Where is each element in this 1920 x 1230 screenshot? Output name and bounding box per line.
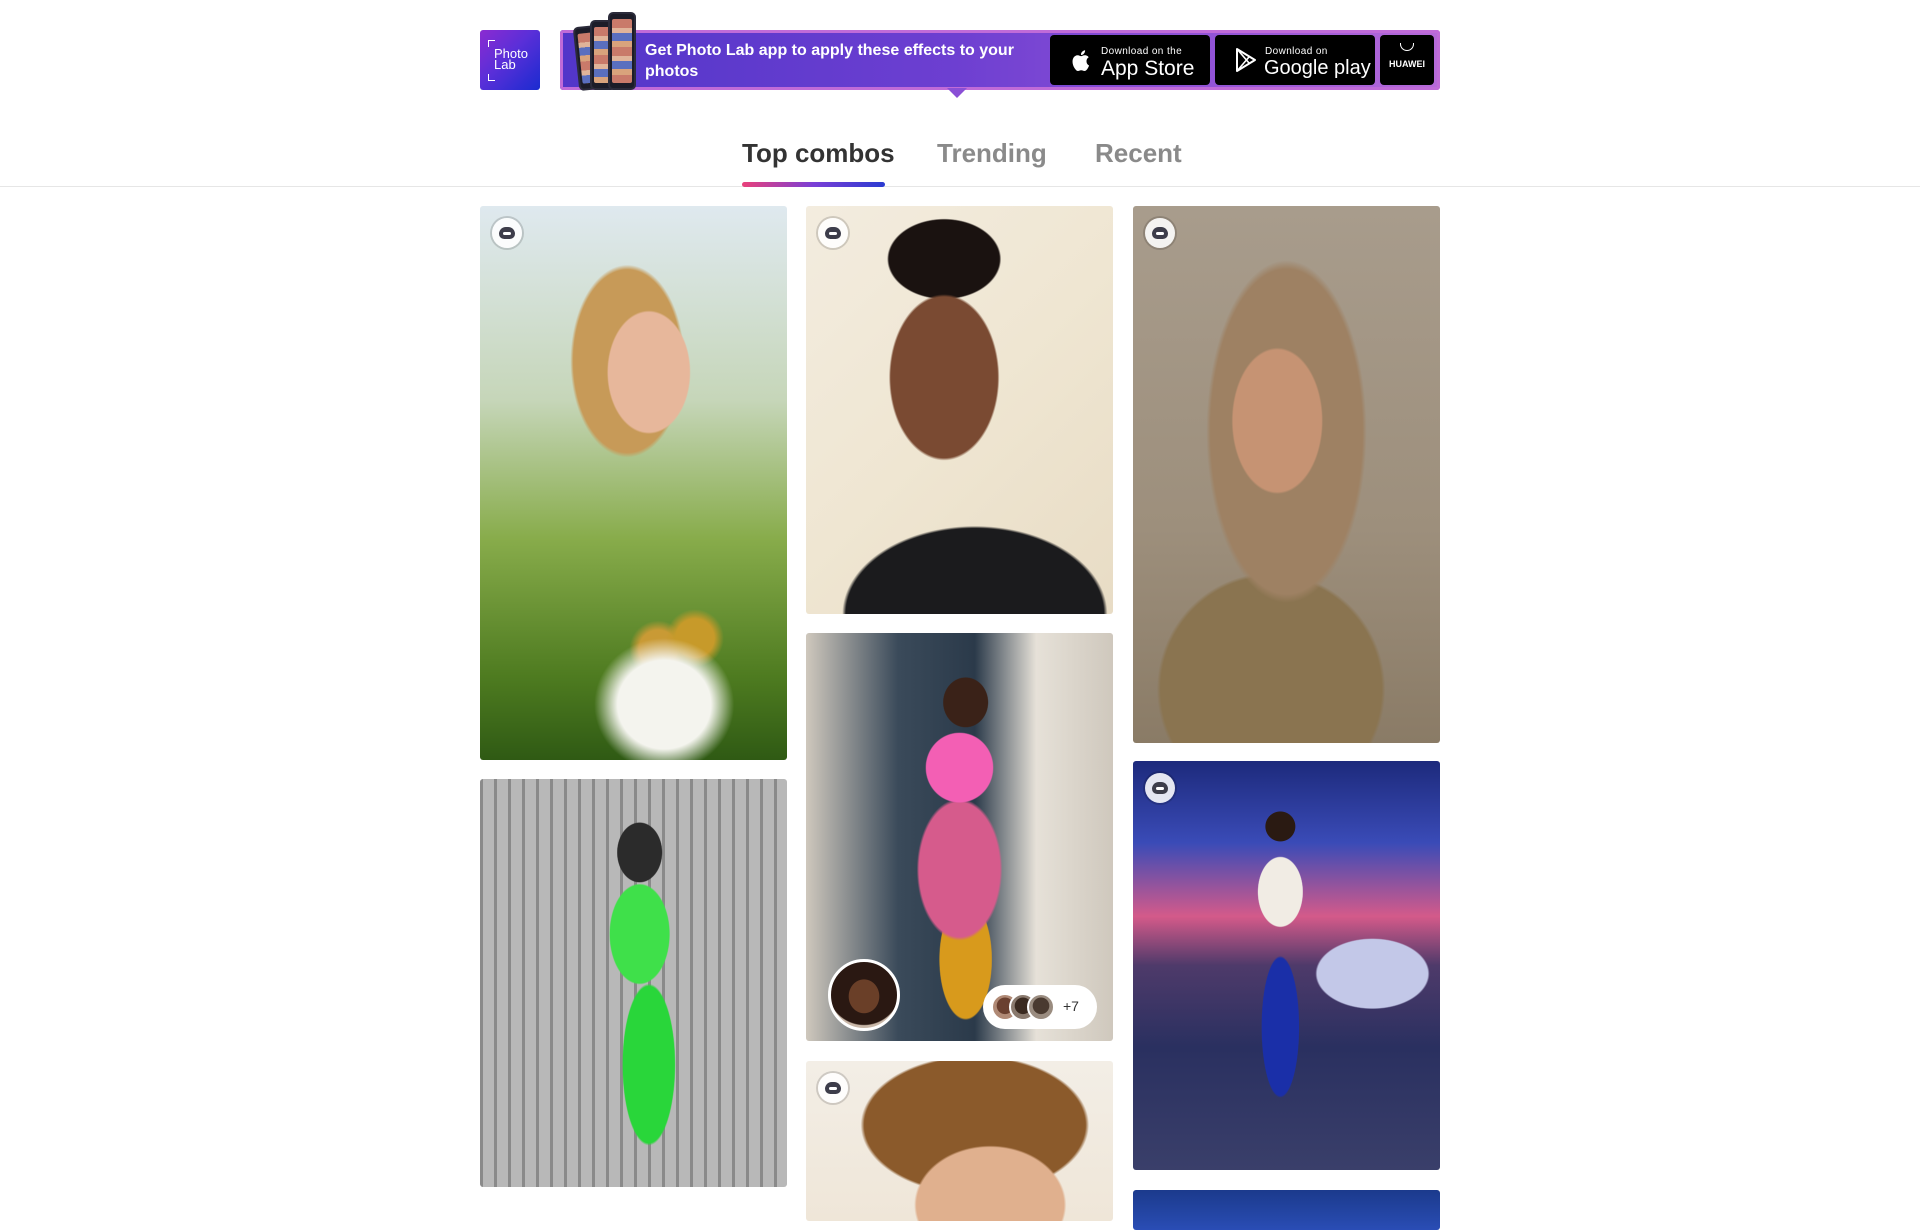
tab-trending[interactable]: Trending — [937, 138, 1047, 169]
app-store-button[interactable]: Download on the App Store — [1050, 35, 1210, 85]
app-store-small-text: Download on the — [1101, 46, 1183, 57]
feed-tabs: Top combos Trending Recent — [0, 128, 1920, 187]
combo-card[interactable] — [1133, 206, 1440, 743]
combo-card[interactable] — [1133, 761, 1440, 1170]
phones-illustration — [572, 12, 636, 92]
remix-users-pill[interactable]: +7 — [983, 985, 1097, 1029]
active-tab-indicator — [742, 182, 885, 187]
app-store-label: App Store — [1101, 57, 1195, 80]
remix-count: +7 — [1063, 998, 1079, 1014]
template-icon — [1145, 218, 1175, 248]
shopping-bag-icon — [1400, 43, 1414, 51]
combo-card[interactable] — [1133, 1190, 1440, 1230]
google-play-small-text: Download on — [1265, 46, 1328, 57]
huawei-label: HUAWEI — [1389, 59, 1425, 69]
app-promo-banner: Get Photo Lab app to apply these effects… — [560, 12, 1440, 98]
google-play-label: Google play — [1264, 57, 1371, 79]
tab-recent[interactable]: Recent — [1095, 138, 1182, 169]
combo-card[interactable]: +7 — [806, 633, 1113, 1041]
combo-card[interactable] — [480, 206, 787, 760]
apple-icon — [1072, 50, 1090, 72]
creator-avatar[interactable] — [828, 959, 900, 1031]
promo-text: Get Photo Lab app to apply these effects… — [645, 42, 1014, 80]
google-play-icon — [1236, 48, 1256, 72]
logo-corner-mark — [488, 74, 495, 81]
tab-top-combos[interactable]: Top combos — [742, 138, 895, 169]
combo-card[interactable] — [806, 206, 1113, 614]
template-icon — [1145, 773, 1175, 803]
template-icon — [492, 218, 522, 248]
promo-pointer-arrow — [947, 88, 967, 98]
photo-lab-logo[interactable]: Photo Lab — [480, 30, 540, 90]
huawei-appgallery-button[interactable]: HUAWEI — [1380, 35, 1434, 85]
combo-card[interactable] — [806, 1061, 1113, 1221]
phone-image — [608, 12, 636, 90]
google-play-button[interactable]: Download on Google play — [1215, 35, 1375, 85]
combo-card[interactable] — [480, 779, 787, 1187]
template-icon — [818, 218, 848, 248]
avatar — [1027, 993, 1055, 1021]
logo-text: Photo Lab — [494, 47, 528, 71]
template-icon — [818, 1073, 848, 1103]
